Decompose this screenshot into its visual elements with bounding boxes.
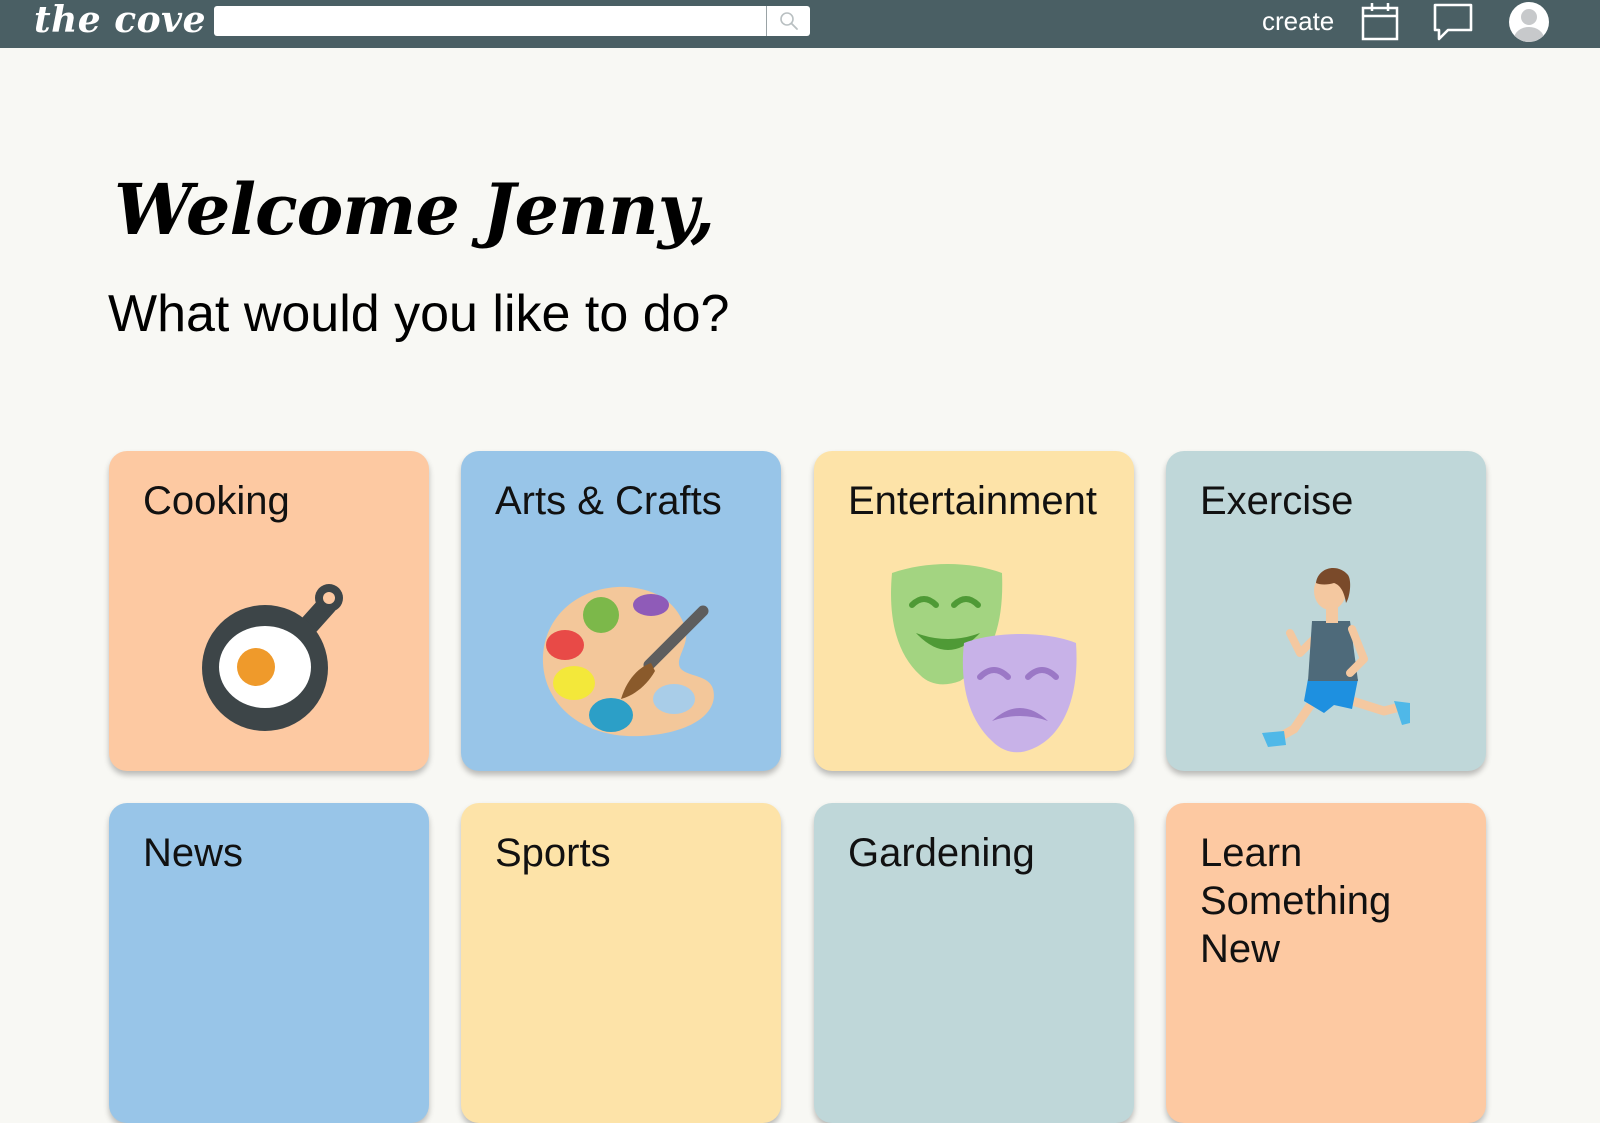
create-link[interactable]: create <box>1262 4 1334 38</box>
calendar-button[interactable] <box>1360 0 1400 44</box>
category-label: Gardening <box>848 831 1035 875</box>
category-label: Sports <box>495 831 611 875</box>
site-logo[interactable]: the cove <box>34 0 206 44</box>
top-navigation-bar: the cove create <box>0 0 1600 48</box>
category-card-entertainment[interactable]: Entertainment <box>814 451 1134 771</box>
paint-palette-icon <box>542 586 714 737</box>
profile-avatar-button[interactable] <box>1508 0 1550 44</box>
category-label: Exercise <box>1200 479 1354 523</box>
frying-pan-egg-icon <box>202 584 343 731</box>
category-label: Arts & Crafts <box>495 479 722 523</box>
theater-masks-icon <box>891 564 1077 753</box>
search-icon <box>779 12 798 30</box>
search-input[interactable] <box>214 6 766 36</box>
messages-button[interactable] <box>1432 0 1474 44</box>
search-bar <box>214 6 810 36</box>
category-card-sports[interactable]: Sports <box>461 803 781 1123</box>
category-card-news[interactable]: News <box>109 803 429 1123</box>
category-card-cooking[interactable]: Cooking <box>109 451 429 771</box>
category-label: Entertainment <box>848 479 1098 523</box>
category-label: Learn Something New <box>1200 831 1392 971</box>
running-person-icon <box>1262 568 1410 747</box>
category-label: News <box>143 831 244 875</box>
category-card-learn-something-new[interactable]: Learn Something New <box>1166 803 1486 1123</box>
category-card-exercise[interactable]: Exercise <box>1166 451 1486 771</box>
speech-bubble-icon <box>1433 3 1473 41</box>
avatar-icon <box>1509 2 1549 42</box>
search-button[interactable] <box>766 6 810 36</box>
welcome-greeting: Welcome Jenny, <box>114 168 715 251</box>
category-card-gardening[interactable]: Gardening <box>814 803 1134 1123</box>
category-card-arts-crafts[interactable]: Arts & Crafts <box>461 451 781 771</box>
calendar-icon <box>1361 3 1399 41</box>
category-label: Cooking <box>143 479 290 523</box>
activity-prompt: What would you like to do? <box>108 285 730 343</box>
